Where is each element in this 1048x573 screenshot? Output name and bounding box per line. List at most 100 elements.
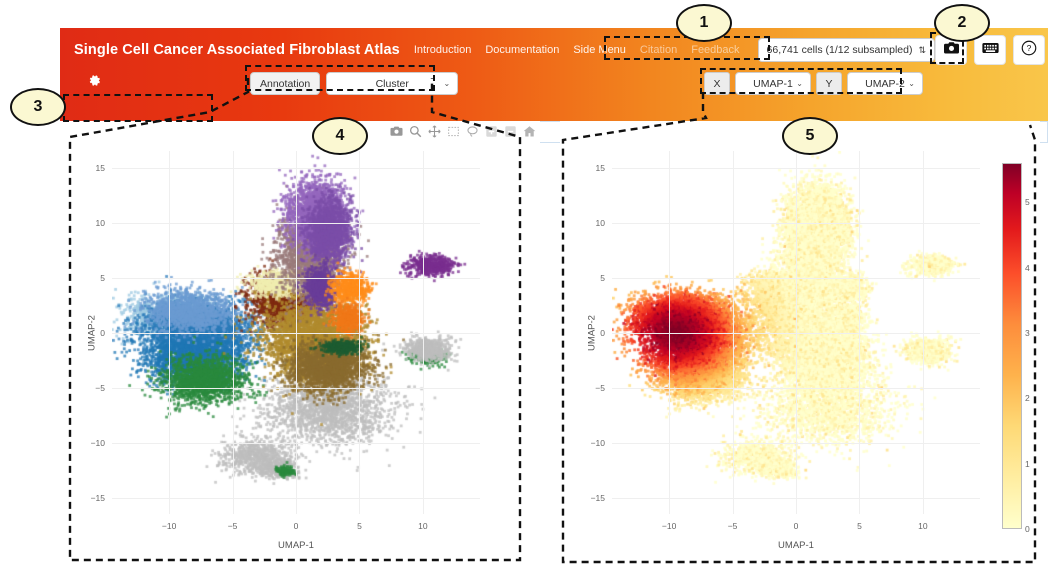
keyboard-shortcuts-button[interactable] [974,35,1006,65]
cluster-ytick-3: 0 [100,328,105,338]
pan-icon[interactable] [428,125,441,138]
cluster-xtick-2: 0 [294,521,299,531]
y-axis-select-value: UMAP-2 [865,78,905,90]
cell-count-selector[interactable]: 66,741 cells (1/12 subsampled) ⇅ [758,38,935,62]
cluster-umap-canvas-area[interactable]: UMAP-2 UMAP-1 −10−50510151050−5−10−15 [112,151,480,514]
cluster-umap-plot: UMAP-2 UMAP-1 −10−50510151050−5−10−15 [60,121,540,573]
cluster-gridline-h [112,498,480,499]
expression-xtick-4: 10 [918,521,927,531]
cluster-ytick-1: 10 [96,218,105,228]
expression-x-axis-title: UMAP-1 [778,540,814,551]
expression-gridline-h [612,388,980,389]
badge-4-label: 4 [336,127,345,145]
annotation-select-value: Cluster [376,78,409,90]
colorbar-tick-1: 1 [1025,459,1030,469]
colorbar-tick-4: 4 [1025,263,1030,273]
nav-link-side-menu[interactable]: Side Menu [573,44,626,56]
help-icon: ? [1021,40,1037,61]
cluster-x-axis-title: UMAP-1 [278,540,314,551]
expression-gridline-h [612,333,980,334]
nav-link-documentation[interactable]: Documentation [485,44,559,56]
badge-5-label: 5 [806,127,815,145]
colorbar-tick-3: 3 [1025,328,1030,338]
cluster-gridline-h [112,223,480,224]
zoom-icon[interactable] [409,125,422,138]
badge-3-label: 3 [34,98,43,116]
help-button[interactable]: ? [1013,35,1045,65]
cluster-xtick-0: −10 [162,521,176,531]
nav-link-feedback[interactable]: Feedback [691,44,739,56]
expression-y-axis-title: UMAP-2 [586,315,597,351]
expression-xtick-1: −5 [728,521,738,531]
expression-ytick-3: 0 [600,328,605,338]
expression-ytick-2: 5 [600,273,605,283]
expression-xtick-2: 0 [794,521,799,531]
expression-ytick-5: −10 [591,438,605,448]
updown-caret-icon: ⇅ [918,45,926,56]
expression-gridline-h [612,168,980,169]
y-axis-select[interactable]: UMAP-2 ⌄ [847,72,923,95]
cell-count-label: 66,741 cells (1/12 subsampled) [767,44,913,56]
annotation-button[interactable]: Annotation [250,72,320,95]
expression-xtick-3: 5 [857,521,862,531]
cluster-ytick-2: 5 [100,273,105,283]
cluster-xtick-4: 10 [418,521,427,531]
x-axis-select-value: UMAP-1 [753,78,793,90]
nav-link-citation[interactable]: Citation [640,44,677,56]
expression-umap-plot: UMAP-2 UMAP-1 −10−50510151050−5−10−15 [560,121,1040,573]
cluster-xtick-1: −5 [228,521,238,531]
annotation-select[interactable]: Cluster ⌄ [326,72,458,95]
chevron-down-icon: ⌄ [444,79,451,88]
settings-gear-button[interactable] [85,74,103,92]
chevron-down-icon: ⌄ [796,79,803,88]
navbar: Single Cell Cancer Associated Fibroblast… [60,28,1048,72]
lasso-select-icon[interactable] [466,125,479,138]
badge-1: 1 [676,4,732,42]
modebar-left [390,125,536,138]
expression-colorbar [1002,163,1022,529]
cluster-ytick-6: −15 [91,493,105,503]
cluster-y-axis-title: UMAP-2 [86,315,97,351]
expression-gridline-h [612,223,980,224]
colorbar-tick-5: 5 [1025,197,1030,207]
x-axis-label: X [704,72,730,95]
app-window: Single Cell Cancer Associated Fibroblast… [60,28,1048,121]
annotation-group: Annotation Cluster ⌄ [250,72,458,95]
x-axis-select[interactable]: UMAP-1 ⌄ [735,72,811,95]
home-icon[interactable] [523,125,536,138]
expression-umap-canvas-area[interactable]: UMAP-2 UMAP-1 −10−50510151050−5−10−15 [612,151,980,514]
cluster-gridline-h [112,278,480,279]
expression-gridline-h [612,443,980,444]
nav-link-introduction[interactable]: Introduction [414,44,471,56]
badge-2-label: 2 [958,14,967,32]
badge-3: 3 [10,88,66,126]
cluster-gridline-h [112,168,480,169]
expression-xtick-0: −10 [662,521,676,531]
chevron-down-icon: ⌄ [908,79,915,88]
zoom-in-icon[interactable] [485,125,498,138]
expression-gridline-h [612,498,980,499]
colorbar-tick-0: 0 [1025,524,1030,534]
cluster-xtick-3: 5 [357,521,362,531]
zoom-out-icon[interactable] [504,125,517,138]
badge-5: 5 [782,117,838,155]
camera-icon [944,41,959,59]
camera-icon[interactable] [390,125,403,138]
cluster-ytick-4: −5 [95,383,105,393]
expression-ytick-0: 15 [596,163,605,173]
keyboard-icon [982,41,999,59]
expression-ytick-4: −5 [595,383,605,393]
colorbar-tick-2: 2 [1025,393,1030,403]
badge-2: 2 [934,4,990,42]
axis-select-group: X UMAP-1 ⌄ Y UMAP-2 ⌄ [704,72,923,95]
cluster-gridline-h [112,333,480,334]
badge-1-label: 1 [700,14,709,32]
cluster-ytick-5: −10 [91,438,105,448]
cluster-gridline-h [112,443,480,444]
cluster-gridline-h [112,388,480,389]
badge-4: 4 [312,117,368,155]
expression-ytick-1: 10 [596,218,605,228]
box-select-icon[interactable] [447,125,460,138]
app-brand-title: Single Cell Cancer Associated Fibroblast… [74,42,400,58]
y-axis-label: Y [816,72,842,95]
